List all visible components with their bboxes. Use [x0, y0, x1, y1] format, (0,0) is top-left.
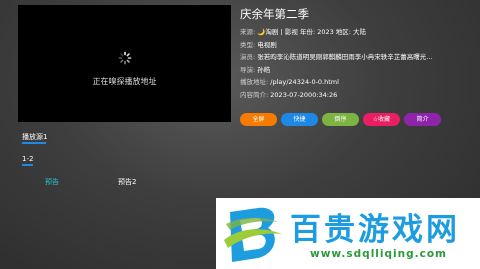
- info-label: 导演:: [240, 65, 256, 74]
- tab-source-1[interactable]: 播放源1: [22, 132, 47, 142]
- favorite-button[interactable]: ☆收藏: [363, 113, 400, 126]
- watermark-banner: 百贵游戏网 www.sdqlliqing.com: [216, 198, 480, 269]
- shortcut-button[interactable]: 快捷: [281, 113, 318, 126]
- synopsis-button[interactable]: 简介: [404, 113, 441, 126]
- player-status-text: 正在嗅探播放地址: [92, 77, 157, 86]
- site-url: www.sdqlliqing.com: [310, 248, 447, 260]
- info-label: 来源:: [240, 28, 256, 36]
- video-player[interactable]: 正在嗅探播放地址: [18, 5, 231, 122]
- info-label: 演员:: [240, 53, 256, 62]
- action-buttons: 全屏 快捷 倒序 ☆收藏 简介: [240, 113, 441, 126]
- loading-spinner-icon: [118, 51, 131, 65]
- info-value: 孙皓: [257, 65, 271, 74]
- info-row-summary: 内容简介: 2023-07-2000:34:26: [240, 89, 476, 102]
- info-value: 🌙淘剧丨影视 年份: 2023 地区: 大陆: [257, 28, 367, 36]
- info-value: 电视剧: [257, 40, 277, 49]
- info-label: 内容简介:: [240, 90, 269, 99]
- episode-item-trailer[interactable]: 预告: [45, 177, 59, 187]
- episode-item-trailer-2[interactable]: 预告2: [118, 177, 136, 187]
- video-title: 庆余年第二季: [240, 7, 309, 21]
- info-row-actors: 演员: 张若昀李沁陈道明吴刚郭麒麟田雨李小冉宋轶辛芷蕾高曙光...: [240, 51, 476, 64]
- tab-episode-range[interactable]: 1-2: [22, 155, 33, 163]
- episode-range-indicator: [22, 164, 33, 166]
- site-logo-icon: [224, 207, 282, 262]
- info-label: 播放地址:: [240, 78, 269, 87]
- info-value: 2023-07-2000:34:26: [270, 90, 338, 99]
- reverse-order-button[interactable]: 倒序: [322, 113, 359, 126]
- info-row-play-url: 播放地址: /play/24324-0-0.html: [240, 76, 476, 89]
- info-value: /play/24324-0-0.html: [270, 78, 339, 87]
- info-row-type: 类型: 电视剧: [240, 39, 476, 52]
- info-label: 类型:: [240, 40, 256, 49]
- info-row-director: 导演: 孙皓: [240, 64, 476, 77]
- info-value: 张若昀李沁陈道明吴刚郭麒麟田雨李小冉宋轶辛芷蕾高曙光...: [257, 53, 433, 62]
- source-tab-indicator: [22, 142, 46, 144]
- info-row-source: 来源: 🌙淘剧丨影视 年份: 2023 地区: 大陆: [240, 26, 476, 39]
- site-brand-name: 百贵游戏网: [290, 212, 460, 248]
- video-info-panel: 庆余年第二季 来源: 🌙淘剧丨影视 年份: 2023 地区: 大陆 类型: 电视…: [240, 6, 476, 102]
- fullscreen-button[interactable]: 全屏: [240, 113, 277, 126]
